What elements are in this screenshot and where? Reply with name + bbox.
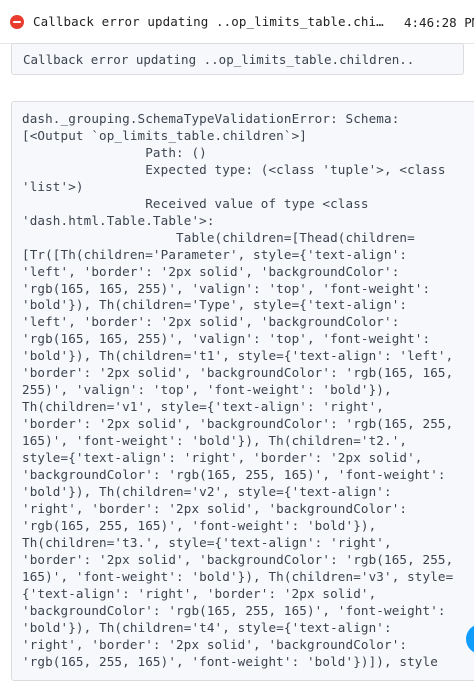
traceback-line: 'right', 'border': '2px solid', 'backgro… xyxy=(22,636,408,652)
traceback-line: 255)', 'valign': 'top', 'font-weight': '… xyxy=(22,382,392,398)
traceback-line: 'backgroundColor': 'rgb(165, 255, 165)',… xyxy=(22,467,446,483)
traceback-text: dash._grouping.SchemaTypeValidationError… xyxy=(22,111,453,670)
traceback-line: Expected type: (<class 'tuple'>, <class xyxy=(22,161,446,177)
traceback-line: Received value of type <class xyxy=(22,195,369,211)
traceback-line: Th(children='t3.', style={'text-align': … xyxy=(22,534,392,550)
traceback-line: 'right', 'border': '2px solid', 'backgro… xyxy=(22,500,408,516)
traceback-line: 'bold'}), Th(children='t1', style={'text… xyxy=(22,348,454,364)
traceback-line: 'rgb(165, 255, 165)', 'font-weight': 'bo… xyxy=(22,517,377,533)
error-header[interactable]: Callback error updating ..op_limits_tabl… xyxy=(0,0,474,44)
traceback-line: dash._grouping.SchemaTypeValidationError… xyxy=(22,111,400,126)
traceback-line: Table(children=[Thead(children= xyxy=(22,229,415,245)
traceback-line: 'rgb(165, 165, 255)', 'valign': 'top', '… xyxy=(22,331,431,347)
traceback-line: {'text-align': 'right', 'border': '2px s… xyxy=(22,585,377,601)
traceback-panel: dash._grouping.SchemaTypeValidationError… xyxy=(11,101,474,681)
traceback-line: 'border': '2px solid', 'backgroundColor'… xyxy=(22,416,454,432)
error-message: Callback error updating ..op_limits_tabl… xyxy=(11,43,464,75)
traceback-line: 165)', 'font-weight': 'bold'}), Th(child… xyxy=(22,433,408,449)
traceback-line: Path: () xyxy=(22,144,207,160)
error-icon xyxy=(10,14,24,29)
traceback-line: 'bold'}), Th(children='v2', style={'text… xyxy=(22,483,392,499)
traceback-line: 'left', 'border': '2px solid', 'backgrou… xyxy=(22,314,400,330)
traceback-line: 'bold'}), Th(children='t4', style={'text… xyxy=(22,619,392,635)
traceback-line: 'bold'}), Th(children='Type', style={'te… xyxy=(22,297,408,313)
traceback-line: 'dash.html.Table.Table'>: xyxy=(22,212,215,228)
traceback-line: 'rgb(165, 255, 165)', 'font-weight': 'bo… xyxy=(22,653,438,669)
traceback-line: 'border': '2px solid', 'backgroundColor'… xyxy=(22,551,454,567)
traceback-line: 'rgb(165, 165, 255)', 'valign': 'top', '… xyxy=(22,280,431,296)
traceback-line: [<Output `op_limits_table.children`>] xyxy=(22,127,307,143)
traceback-line: 'list'>) xyxy=(22,178,84,194)
traceback-line: 'backgroundColor': 'rgb(165, 255, 165)',… xyxy=(22,602,446,618)
traceback-line: 165)', 'font-weight': 'bold'}), Th(child… xyxy=(22,568,454,584)
traceback-line: 'border': '2px solid', 'backgroundColor'… xyxy=(22,365,454,381)
error-title: Callback error updating ..op_limits_tabl… xyxy=(33,14,391,29)
traceback-line: style={'text-align': 'right', 'border': … xyxy=(22,450,423,466)
error-timestamp: 4:46:28 PM xyxy=(404,15,474,30)
traceback-line: Th(children='v1', style={'text-align': '… xyxy=(22,399,384,415)
traceback-line: 'left', 'border': '2px solid', 'backgrou… xyxy=(22,263,400,279)
traceback-line: [Tr([Th(children='Parameter', style={'te… xyxy=(22,246,408,262)
